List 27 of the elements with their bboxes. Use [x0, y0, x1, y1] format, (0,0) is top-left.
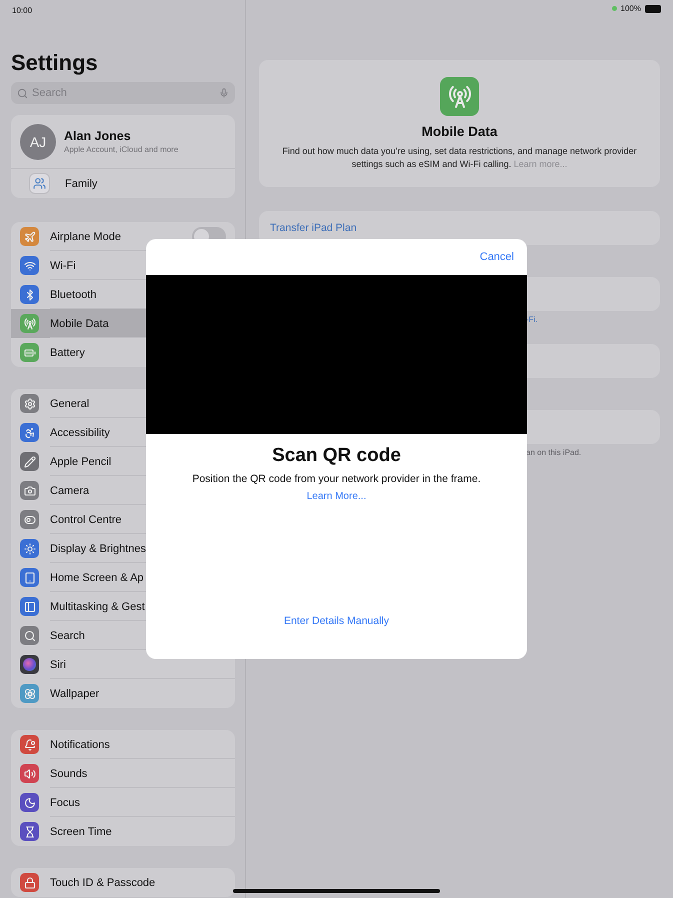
settings-row[interactable]: Screen Time: [11, 817, 235, 846]
header-title: Mobile Data: [422, 124, 498, 139]
battery-icon: [645, 4, 661, 12]
battery-level: 100%: [620, 4, 641, 13]
cancel-button[interactable]: Cancel: [480, 251, 514, 263]
settings-row[interactable]: Touch ID & Passcode: [11, 868, 235, 897]
family-label[interactable]: Family: [65, 178, 98, 190]
dialog-title: Scan QR code: [272, 445, 401, 467]
account-card[interactable]: AJ Alan Jones Apple Account, iCloud and more Family: [11, 115, 235, 198]
avatar: AJ: [20, 124, 56, 160]
settings-row[interactable]: Notifications: [11, 730, 235, 759]
settings-row[interactable]: Battery: [11, 338, 235, 367]
enter-manually-button[interactable]: Enter Details Manually: [284, 615, 390, 627]
settings-row[interactable]: Sounds: [11, 759, 235, 788]
learn-more-link[interactable]: Learn More...: [306, 491, 366, 502]
search-icon: [17, 88, 28, 98]
settings-title: Settings: [11, 50, 99, 76]
status-time: 10:00: [12, 6, 32, 14]
header-description: Find out how much data you’re using, set data restrictions, and manage network provider settings such as eSIM and Wi-Fi calling. Learn more...: [281, 145, 638, 171]
antenna-icon: [440, 77, 479, 116]
account-name: Alan Jones: [64, 129, 132, 143]
settings-row[interactable]: Wallpaper: [11, 679, 235, 708]
settings-row[interactable]: Focus: [11, 788, 235, 817]
people-icon: [29, 173, 50, 194]
account-subtitle: Apple Account, iCloud and more: [64, 145, 178, 154]
microphone-icon[interactable]: [219, 88, 229, 98]
dialog-description: Position the QR code from your network provider in the frame.: [192, 473, 481, 485]
